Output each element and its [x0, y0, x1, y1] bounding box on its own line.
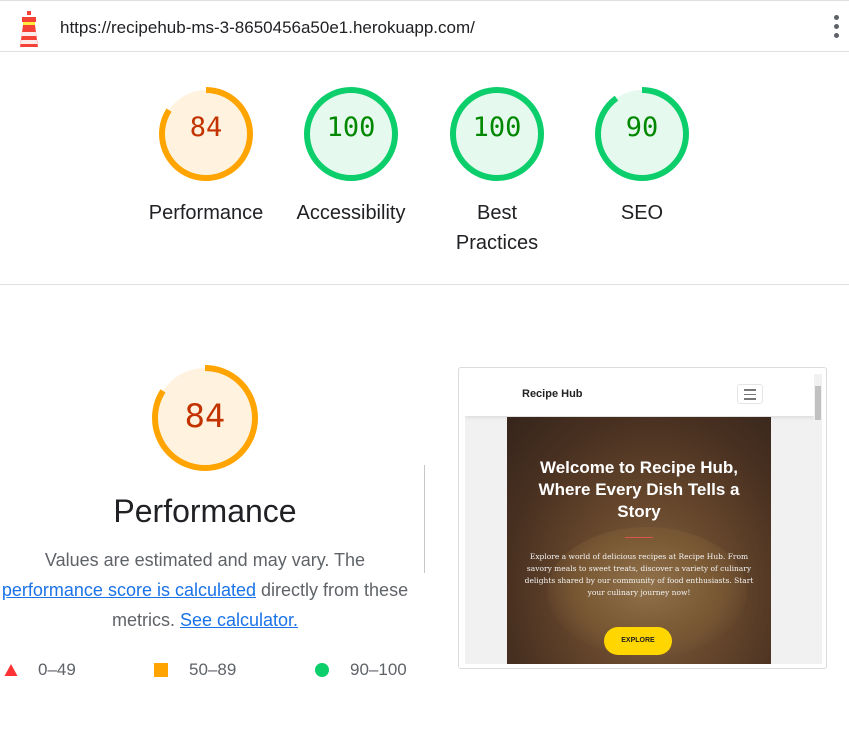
- screenshot-navbar: Recipe Hub: [465, 374, 814, 416]
- url-bar: https://recipehub-ms-3-8650456a50e1.hero…: [0, 0, 849, 52]
- performance-score-link[interactable]: performance score is calculated: [2, 580, 256, 600]
- gauge-performance[interactable]: 84 Performance: [141, 84, 271, 228]
- square-icon: [154, 663, 168, 677]
- screenshot-viewport: Recipe Hub Welcome to Recipe Hub, Where …: [465, 374, 822, 664]
- performance-description: Values are estimated and may vary. The p…: [0, 545, 410, 635]
- lighthouse-logo-icon: [16, 11, 42, 47]
- legend-fail-range: 0–49: [38, 660, 76, 679]
- hero-text: Explore a world of delicious recipes at …: [524, 552, 754, 597]
- label-accessibility: Accessibility: [296, 202, 406, 224]
- score-accessibility: 100: [326, 112, 376, 143]
- hero-title: Welcome to Recipe Hub, Where Every Dish …: [538, 458, 740, 521]
- gauge-seo[interactable]: 90 SEO: [577, 84, 707, 228]
- performance-detail-gauge: 84: [150, 363, 260, 473]
- vertical-separator: [424, 465, 425, 573]
- legend-pass-range: 90–100: [350, 660, 407, 679]
- score-performance: 84: [189, 112, 223, 143]
- label-seo: SEO: [620, 202, 664, 224]
- performance-heading: Performance: [113, 493, 297, 529]
- score-best-practices: 100: [472, 112, 522, 143]
- see-calculator-link[interactable]: See calculator.: [180, 610, 298, 630]
- label-performance: Performance: [148, 202, 264, 224]
- performance-detail-score: 84: [184, 397, 226, 435]
- report-url: https://recipehub-ms-3-8650456a50e1.hero…: [60, 18, 475, 37]
- triangle-icon: [4, 664, 18, 676]
- gauge-best-practices[interactable]: 100 Best Practices: [432, 84, 562, 258]
- legend-fail: 0–49: [4, 660, 76, 680]
- legend-average-range: 50–89: [189, 660, 237, 679]
- hamburger-menu-icon: [737, 384, 763, 404]
- circle-icon: [315, 663, 329, 677]
- hero-divider: [625, 537, 653, 538]
- screenshot-brand: Recipe Hub: [522, 388, 583, 400]
- screenshot-hero: Welcome to Recipe Hub, Where Every Dish …: [507, 417, 771, 664]
- score-seo: 90: [625, 112, 659, 143]
- score-legend: 0–49 50–89 90–100: [0, 660, 430, 684]
- legend-pass: 90–100: [315, 660, 407, 680]
- gauge-accessibility[interactable]: 100 Accessibility: [286, 84, 416, 228]
- desc-prefix: Values are estimated and may vary. The: [44, 550, 366, 570]
- section-divider: [0, 284, 849, 285]
- screenshot-scrollbar: [814, 374, 822, 664]
- explore-button: EXPLORE: [604, 627, 672, 655]
- label-best-practices: Best Practices: [455, 202, 539, 254]
- more-options-icon[interactable]: [831, 15, 841, 41]
- final-screenshot[interactable]: Recipe Hub Welcome to Recipe Hub, Where …: [458, 367, 827, 669]
- legend-average: 50–89: [154, 660, 236, 680]
